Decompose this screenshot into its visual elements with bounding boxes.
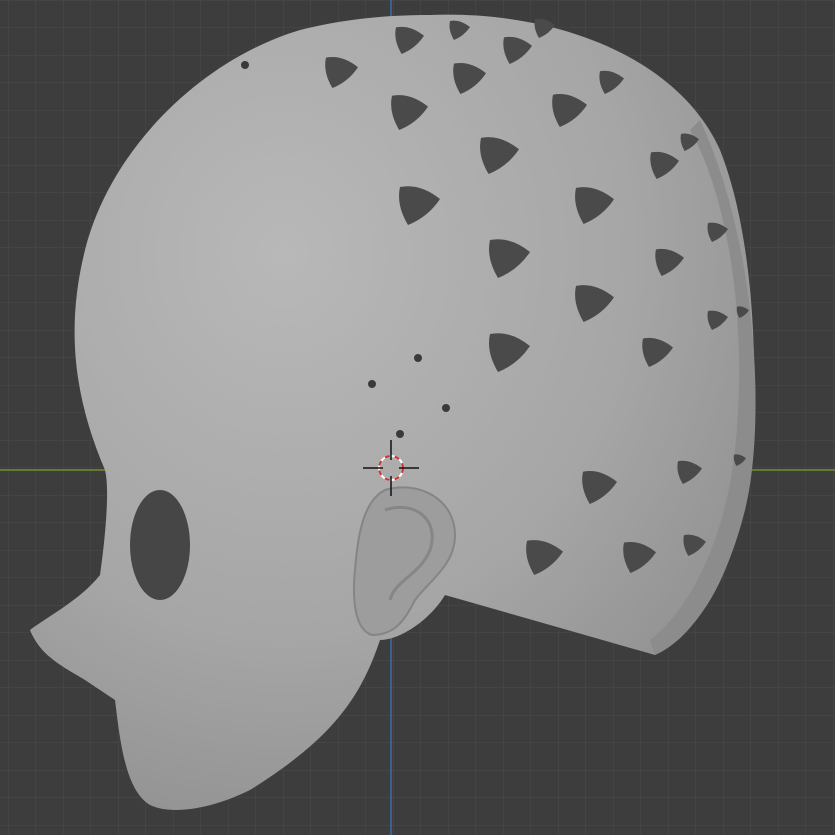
dot — [368, 380, 376, 388]
blender-3d-viewport[interactable] — [0, 0, 835, 835]
dot — [241, 61, 249, 69]
eye-socket-hole — [130, 490, 190, 600]
dot — [414, 354, 422, 362]
dot — [396, 430, 404, 438]
dot — [442, 404, 450, 412]
